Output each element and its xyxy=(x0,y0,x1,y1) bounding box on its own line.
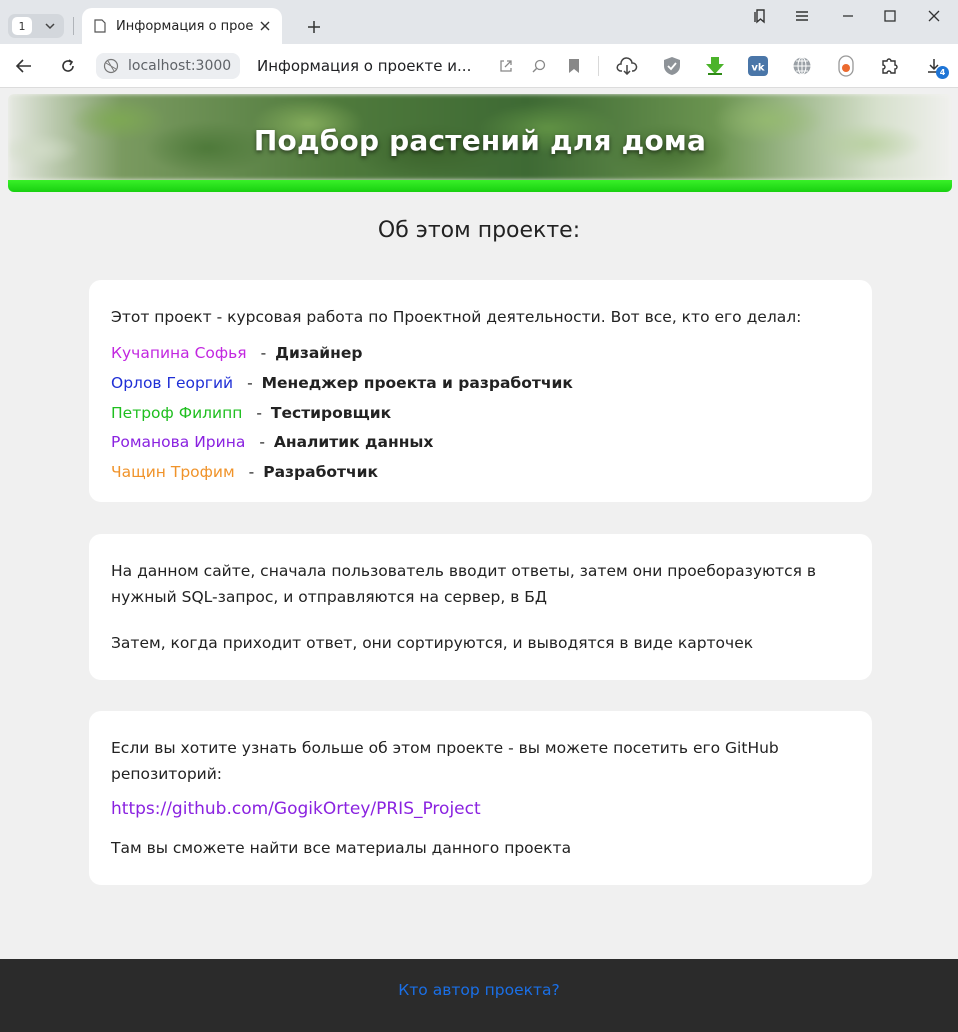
browser-tab-active[interactable]: Информация о проекте xyxy=(82,8,282,44)
svg-text:vk: vk xyxy=(751,63,765,74)
workflow-card: На данном сайте, сначала пользователь вв… xyxy=(89,534,872,680)
workflow-line: На данном сайте, сначала пользователь вв… xyxy=(111,562,816,580)
shield-icon[interactable] xyxy=(660,54,684,78)
member-name: Кучапина Софья xyxy=(111,344,247,362)
tab-counter[interactable]: 1 xyxy=(8,14,64,38)
member-dash: - xyxy=(248,463,255,481)
bookmarks-panel-icon[interactable] xyxy=(748,4,772,28)
cloud-download-icon[interactable] xyxy=(615,54,639,78)
url-field[interactable]: localhost:3000 xyxy=(96,53,240,79)
page-icon xyxy=(94,18,108,34)
tab-title: Информация о проекте xyxy=(116,18,254,34)
hero-title: Подбор растений для дома xyxy=(253,124,707,157)
browser-tab-bar: 1 Информация о проекте xyxy=(0,0,958,44)
download-arrow-icon[interactable] xyxy=(703,54,727,78)
section-title: Об этом проекте: xyxy=(377,218,581,243)
team-member: Романова Ирина - Аналитик данных xyxy=(111,433,433,451)
site-info-icon[interactable] xyxy=(102,57,120,75)
team-intro: Этот проект - курсовая работа по Проектн… xyxy=(111,308,802,326)
reload-icon[interactable] xyxy=(56,54,80,78)
puzzle-icon[interactable] xyxy=(878,54,902,78)
member-name: Петроф Филипп xyxy=(111,404,243,422)
close-icon[interactable] xyxy=(258,19,272,33)
new-tab-button[interactable] xyxy=(302,15,326,39)
address-page-title: Информация о проекте и... xyxy=(257,57,472,75)
tab-count-badge: 1 xyxy=(12,17,32,35)
globe-icon[interactable] xyxy=(790,54,814,78)
member-role: Тестировщик xyxy=(270,404,392,422)
member-name: Романова Ирина xyxy=(111,433,246,451)
url-text: localhost:3000 xyxy=(128,58,232,74)
toolbar-divider xyxy=(598,56,599,76)
member-dash: - xyxy=(260,344,267,362)
team-card: Этот проект - курсовая работа по Проектн… xyxy=(89,280,872,502)
vk-icon[interactable]: vk xyxy=(746,54,770,78)
member-name: Чащин Трофим xyxy=(111,463,235,481)
member-role: Дизайнер xyxy=(275,344,363,362)
workflow-line: Затем, когда приходит ответ, они сортиру… xyxy=(111,634,754,652)
member-name: Орлов Георгий xyxy=(111,374,234,392)
browser-address-bar: localhost:3000 Информация о проекте и...… xyxy=(0,44,958,88)
chevron-down-icon[interactable] xyxy=(38,14,62,38)
page-content: Подбор растений для дома Об этом проекте… xyxy=(0,88,958,1032)
member-dash: - xyxy=(259,433,265,451)
back-arrow-icon[interactable] xyxy=(12,54,36,78)
author-link[interactable]: Кто автор проекта? xyxy=(0,981,958,999)
share-icon[interactable] xyxy=(494,54,518,78)
member-role: Аналитик данных xyxy=(273,433,434,451)
team-member: Орлов Георгий - Менеджер проекта и разраб… xyxy=(111,374,573,392)
workflow-line: нужный SQL-запрос, и отправляются на сер… xyxy=(111,588,548,606)
github-card: Если вы хотите узнать больше об этом про… xyxy=(89,711,872,885)
search-icon[interactable] xyxy=(527,54,551,78)
github-link[interactable]: https://github.com/GogikOrtey/PRIS_Proje… xyxy=(111,799,481,819)
member-role: Менеджер проекта и разработчик xyxy=(261,374,573,392)
member-dash: - xyxy=(256,404,262,422)
github-text: Если вы хотите узнать больше об этом про… xyxy=(111,739,779,757)
bookmark-icon[interactable] xyxy=(562,54,586,78)
github-outro: Там вы сможете найти все материалы данно… xyxy=(111,839,572,857)
hero-green-strip xyxy=(8,180,952,192)
minimize-icon[interactable] xyxy=(836,4,860,28)
maximize-icon[interactable] xyxy=(878,4,902,28)
extension-pill-icon[interactable] xyxy=(834,54,858,78)
menu-icon[interactable] xyxy=(790,4,814,28)
hero-banner: Подбор растений для дома xyxy=(8,94,952,192)
tab-divider xyxy=(73,17,74,35)
team-member: Петроф Филипп - Тестировщик xyxy=(111,404,391,422)
close-window-icon[interactable] xyxy=(922,4,946,28)
page-footer: Кто автор проекта? xyxy=(0,959,958,1032)
team-member: Чащин Трофим - Разработчик xyxy=(111,463,378,481)
team-member: Кучапина Софья - Дизайнер xyxy=(111,344,362,362)
github-text: репозиторий: xyxy=(111,765,223,783)
downloads-count-badge: 4 xyxy=(936,66,949,79)
member-dash: - xyxy=(247,374,253,392)
member-role: Разработчик xyxy=(263,463,379,481)
